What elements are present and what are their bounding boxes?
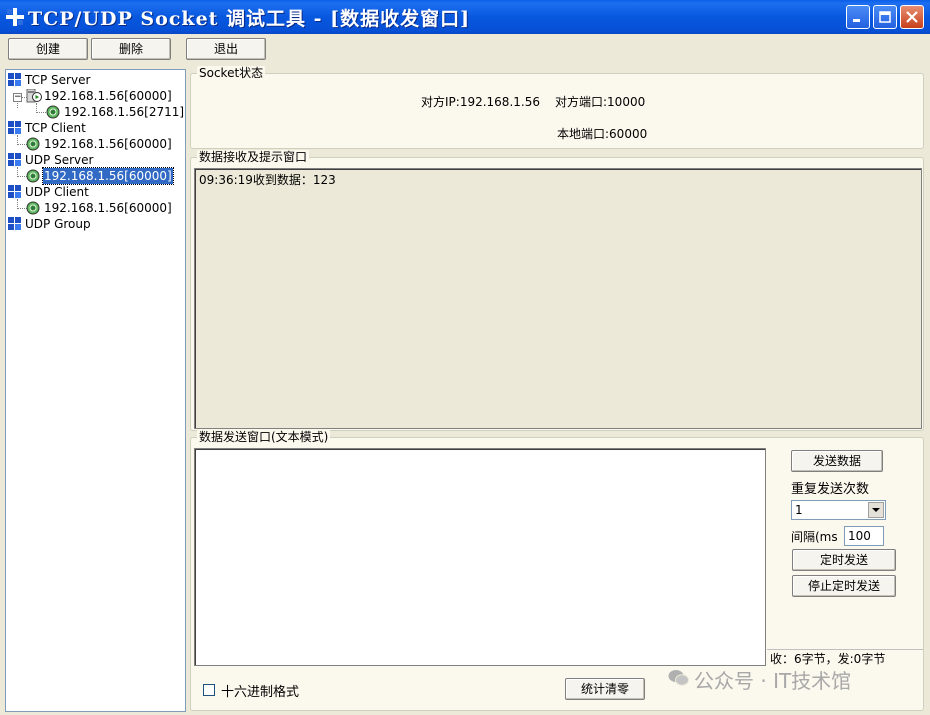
- client-group-icon: [8, 185, 21, 198]
- connection-icon: [26, 201, 40, 215]
- dropdown-button[interactable]: [868, 502, 884, 518]
- tree-label: 192.168.1.56[60000]: [44, 137, 172, 151]
- interval-label: 间隔(ms: [791, 530, 838, 544]
- watermark-text: 公众号 · IT技术馆: [694, 669, 852, 693]
- server-listen-icon: [26, 89, 42, 103]
- peer-ip: 对方IP:192.168.1.56: [421, 95, 540, 109]
- group-icon: [8, 217, 21, 230]
- receive-group: 数据接收及提示窗口 09:36:19收到数据：123: [190, 150, 924, 431]
- chevron-down-icon: [872, 508, 880, 512]
- tree-label-selected: 192.168.1.56[60000]: [42, 167, 174, 185]
- create-button[interactable]: 创建: [8, 38, 88, 60]
- peer-port: 对方端口:10000: [555, 95, 646, 109]
- socket-status-group: Socket状态 对方IP:192.168.1.56 对方端口:10000 本地…: [190, 66, 924, 149]
- close-icon: [906, 11, 918, 23]
- group-title: Socket状态: [197, 66, 266, 80]
- send-textarea[interactable]: [194, 448, 766, 666]
- collapse-toggle[interactable]: −: [13, 93, 22, 102]
- toolbar: 创建 删除 退出: [0, 34, 930, 66]
- minimize-button[interactable]: [846, 5, 870, 29]
- connection-icon: [46, 105, 60, 119]
- window-title: TCP/UDP Socket 调试工具 - [数据收发窗口]: [28, 8, 471, 30]
- repeat-count-label: 重复发送次数: [791, 482, 870, 497]
- clear-stats-button[interactable]: 统计清零: [565, 678, 645, 700]
- hex-format-label: 十六进制格式: [221, 685, 300, 700]
- tree-label: TCP Server: [25, 73, 91, 87]
- wechat-icon: [668, 670, 689, 686]
- tree-label: UDP Group: [25, 217, 91, 231]
- interval-input[interactable]: 100: [844, 526, 884, 546]
- app-grid-icon: [6, 8, 24, 26]
- send-data-button[interactable]: 发送数据: [791, 450, 883, 472]
- receive-textarea[interactable]: 09:36:19收到数据：123: [194, 168, 922, 429]
- tree-label: UDP Client: [25, 185, 89, 199]
- connection-icon: [26, 137, 40, 151]
- tree-label: TCP Client: [25, 121, 86, 135]
- server-group-icon: [8, 73, 21, 86]
- group-title: 数据接收及提示窗口: [197, 150, 310, 164]
- server-group-icon: [8, 153, 21, 166]
- close-button[interactable]: [900, 5, 924, 29]
- title-bar[interactable]: TCP/UDP Socket 调试工具 - [数据收发窗口]: [0, 0, 930, 34]
- exit-button[interactable]: 退出: [186, 38, 266, 60]
- connection-icon: [26, 169, 40, 183]
- group-title: 数据发送窗口(文本模式): [197, 430, 331, 444]
- receive-line: 09:36:19收到数据：123: [199, 173, 336, 187]
- tree-label: 192.168.1.56[60000]: [44, 89, 172, 103]
- repeat-count-select[interactable]: 1: [791, 500, 886, 520]
- delete-button[interactable]: 删除: [91, 38, 171, 60]
- stop-timed-send-button[interactable]: 停止定时发送: [792, 575, 896, 597]
- timed-send-button[interactable]: 定时发送: [792, 549, 896, 571]
- local-port: 本地端口:60000: [557, 127, 648, 141]
- minimize-icon: [853, 19, 860, 22]
- tree-label: 192.168.1.56[60000]: [44, 201, 172, 215]
- maximize-button[interactable]: [873, 5, 897, 29]
- hex-format-checkbox[interactable]: [203, 684, 215, 696]
- tree-label: UDP Server: [25, 153, 94, 167]
- repeat-count-value: 1: [795, 503, 803, 517]
- maximize-icon: [879, 11, 891, 23]
- tree-label: 192.168.1.56[2711]: [64, 105, 185, 119]
- client-group-icon: [8, 121, 21, 134]
- connection-tree[interactable]: TCP Server − 192.168.1.56[60000] 192.168…: [5, 69, 186, 712]
